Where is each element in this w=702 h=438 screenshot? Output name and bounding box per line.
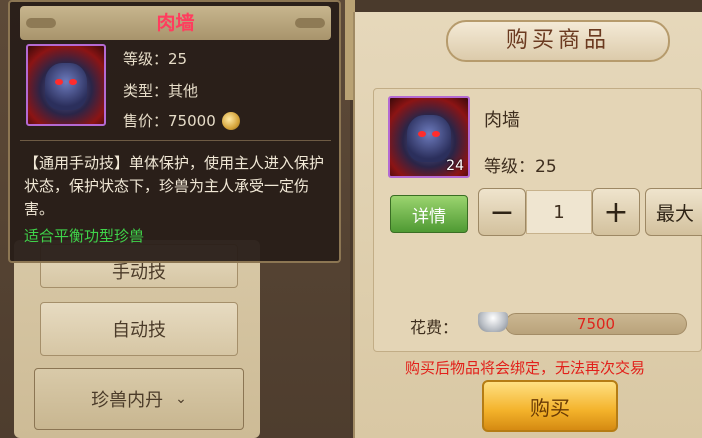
- purchase-title-banner: 购买商品: [446, 20, 670, 62]
- tooltip-divider: [20, 140, 331, 141]
- tooltip-type: 类型：其他: [123, 80, 198, 101]
- bind-warning: 购买后物品将会绑定，无法再次交易: [405, 359, 646, 377]
- tooltip-title: 肉墙: [156, 12, 195, 34]
- purchase-level-value: 25: [535, 157, 557, 177]
- coin-icon: [221, 112, 240, 130]
- auto-skill-button[interactable]: 自动技: [40, 302, 238, 356]
- purchase-title: 购买商品: [505, 28, 610, 53]
- cost-value: 7500: [576, 315, 616, 333]
- auto-skill-label: 自动技: [112, 320, 166, 341]
- increase-quantity-button[interactable]: +: [592, 188, 640, 236]
- skill-tooltip: 肉墙 等级：25 类型：其他 售价：75000 【通用手动技】单体保护，使用主人…: [8, 0, 341, 263]
- purchase-item-icon[interactable]: 24: [388, 96, 470, 178]
- purchase-item-level: 等级：25: [484, 152, 557, 177]
- cost-bar: 7500: [505, 313, 687, 335]
- beast-eye: [55, 78, 63, 85]
- decrease-quantity-button[interactable]: −: [478, 188, 526, 236]
- level-value: 25: [168, 50, 188, 68]
- beast-figure: [407, 115, 451, 162]
- beast-eye: [432, 130, 440, 137]
- type-value: 其他: [168, 82, 199, 100]
- price-value: 75000: [168, 112, 216, 130]
- beast-eye: [418, 130, 426, 137]
- silver-ingot-icon: [478, 312, 508, 332]
- type-label: 类型：: [123, 82, 169, 100]
- item-count: 24: [446, 158, 464, 174]
- buy-button[interactable]: 购买: [482, 380, 618, 432]
- max-quantity-button[interactable]: 最大: [645, 188, 702, 236]
- beast-eye: [69, 78, 77, 85]
- tooltip-header: 肉墙: [20, 6, 331, 40]
- tooltip-price: 售价：75000: [123, 110, 240, 131]
- tooltip-recommendation: 适合平衡功型珍兽: [24, 227, 145, 245]
- price-label: 售价：: [123, 112, 169, 130]
- level-label: 等级：: [123, 50, 169, 68]
- pet-core-dropdown[interactable]: 珍兽内丹 ⌄: [34, 368, 244, 430]
- purchase-item-name: 肉墙: [484, 110, 520, 131]
- chevron-down-icon: ⌄: [175, 391, 187, 407]
- purchase-level-label: 等级：: [484, 157, 535, 177]
- beast-figure: [44, 63, 88, 110]
- pet-core-label: 珍兽内丹: [91, 390, 164, 411]
- quantity-field[interactable]: 1: [526, 190, 592, 234]
- tooltip-level: 等级：25: [123, 48, 187, 69]
- skill-icon: [26, 44, 106, 126]
- cost-label: 花费：: [410, 318, 459, 337]
- detail-button[interactable]: 详情: [390, 195, 468, 233]
- tooltip-description: 【通用手动技】单体保护，使用主人进入保护状态，保护状态下，珍兽为主人承受一定伤害…: [24, 154, 325, 218]
